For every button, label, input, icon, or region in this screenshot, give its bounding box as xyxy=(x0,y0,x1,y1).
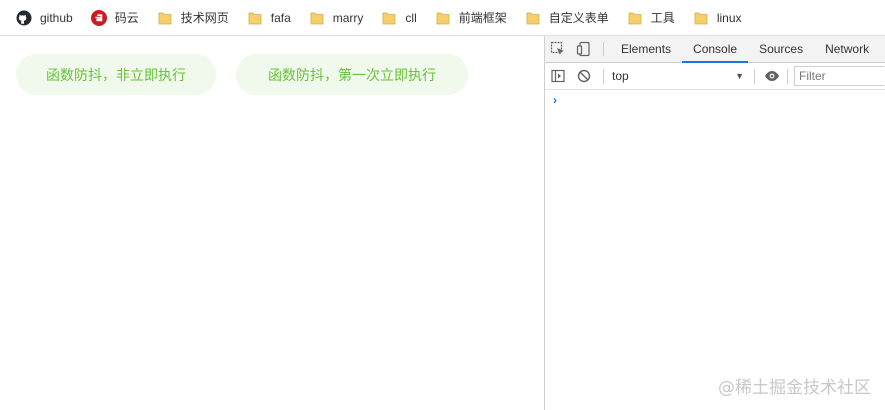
toolbar-divider xyxy=(603,68,604,84)
bookmark-folder-fafa[interactable]: fafa xyxy=(247,6,299,30)
bookmark-label: 码云 xyxy=(114,11,139,25)
bookmark-label: 自定义表单 xyxy=(548,11,609,25)
folder-icon xyxy=(435,10,451,26)
bookmark-github[interactable]: github xyxy=(16,6,81,30)
github-icon xyxy=(16,10,32,26)
toolbar-divider xyxy=(754,68,755,84)
context-selector[interactable]: top ▼ xyxy=(608,66,750,86)
toolbar-divider xyxy=(787,68,788,84)
folder-icon xyxy=(525,10,541,26)
clear-console-icon[interactable] xyxy=(571,68,597,84)
tab-sources[interactable]: Sources xyxy=(748,36,814,62)
debounce-non-immediate-button[interactable]: 函数防抖，非立即执行 xyxy=(16,54,216,95)
folder-icon xyxy=(381,10,397,26)
devtools-panel: Elements Console Sources Network top ▼ F… xyxy=(544,36,885,410)
bookmark-folder-tech[interactable]: 技术网页 xyxy=(157,6,237,30)
console-toolbar: top ▼ Filter xyxy=(545,63,885,90)
page-viewport: 函数防抖，非立即执行 函数防抖，第一次立即执行 xyxy=(0,36,544,410)
bookmark-label: 前端框架 xyxy=(458,11,507,25)
prompt-chevron-icon: › xyxy=(553,93,557,107)
console-prompt[interactable]: › xyxy=(545,90,885,110)
bookmark-folder-frontend[interactable]: 前端框架 xyxy=(435,6,515,30)
gitee-icon xyxy=(90,9,107,26)
bookmark-folder-cll[interactable]: cll xyxy=(381,6,424,30)
bookmark-label: cll xyxy=(405,10,417,25)
bookmark-gitee[interactable]: 码云 xyxy=(90,6,147,30)
folder-icon xyxy=(247,10,263,26)
filter-placeholder: Filter xyxy=(799,69,826,83)
bookmark-folder-marry[interactable]: marry xyxy=(309,6,372,30)
live-expression-eye-icon[interactable] xyxy=(759,68,785,84)
bookmark-label: 工具 xyxy=(650,11,675,25)
tab-network[interactable]: Network xyxy=(814,36,880,62)
folder-icon xyxy=(309,10,325,26)
folder-icon xyxy=(157,10,173,26)
bookmark-folder-tools[interactable]: 工具 xyxy=(627,6,683,30)
toolbar-divider xyxy=(603,42,604,56)
bookmark-label: github xyxy=(40,10,73,25)
bookmarks-bar: github 码云 技术网页 fafa marry cll 前端框架 自定义表单… xyxy=(0,0,885,36)
bookmark-label: linux xyxy=(716,10,742,25)
bookmark-label: 技术网页 xyxy=(180,11,229,25)
tab-console[interactable]: Console xyxy=(682,36,749,63)
devtools-tabbar: Elements Console Sources Network xyxy=(545,36,885,63)
dropdown-arrow-icon: ▼ xyxy=(735,71,744,81)
tab-elements[interactable]: Elements xyxy=(610,36,682,62)
folder-icon xyxy=(627,10,643,26)
show-sidebar-icon[interactable] xyxy=(545,68,571,84)
inspect-element-icon[interactable] xyxy=(545,36,571,62)
bookmark-label: marry xyxy=(332,10,364,25)
bookmark-folder-linux[interactable]: linux xyxy=(693,6,750,30)
watermark: @稀土掘金技术社区 xyxy=(718,378,871,398)
console-filter-input[interactable]: Filter xyxy=(794,66,884,86)
folder-icon xyxy=(693,10,709,26)
debounce-immediate-button[interactable]: 函数防抖，第一次立即执行 xyxy=(236,54,468,95)
bookmark-label: fafa xyxy=(270,10,291,25)
context-selector-value: top xyxy=(612,69,629,83)
device-toolbar-icon[interactable] xyxy=(571,36,597,62)
bookmark-folder-forms[interactable]: 自定义表单 xyxy=(525,6,617,30)
